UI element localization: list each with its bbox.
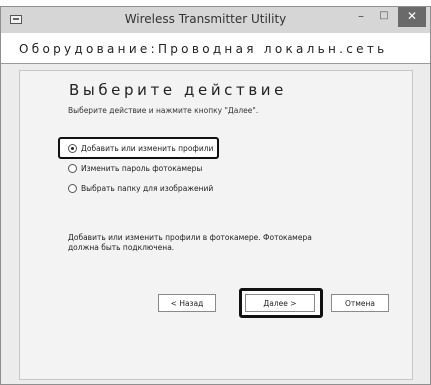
- maximize-button[interactable]: □: [374, 7, 394, 27]
- cancel-button[interactable]: Отмена: [331, 294, 389, 312]
- minimize-button[interactable]: –: [348, 7, 374, 27]
- window-title: Wireless Transmitter Utility: [124, 12, 287, 26]
- title-bar[interactable]: Wireless Transmitter Utility – □ ✕: [1, 7, 430, 33]
- wizard-panel: Выберите действие Выберите действие и на…: [19, 70, 413, 380]
- radio-selected-icon[interactable]: [68, 143, 77, 153]
- option-label: Изменить пароль фотокамеры: [81, 163, 203, 173]
- radio-icon[interactable]: [68, 163, 77, 173]
- option-choose-image-folder[interactable]: Выбрать папку для изображений: [68, 181, 213, 195]
- option-label: Добавить или изменить профили: [81, 143, 214, 153]
- page-title: Выберите действие: [69, 81, 287, 99]
- close-button[interactable]: ✕: [398, 7, 426, 27]
- page-subtitle: Выберите действие и нажмите кнопку "Дале…: [68, 106, 259, 115]
- app-window: Wireless Transmitter Utility – □ ✕ Обору…: [0, 6, 431, 385]
- hardware-header: Оборудование:Проводная локальн.сеть: [19, 42, 388, 56]
- radio-icon[interactable]: [68, 183, 77, 193]
- next-button[interactable]: Далее >: [245, 294, 315, 312]
- back-button[interactable]: < Назад: [158, 294, 216, 312]
- option-description: Добавить или изменить профили в фотокаме…: [68, 233, 312, 252]
- option-label: Выбрать папку для изображений: [81, 183, 214, 193]
- option-change-camera-password[interactable]: Изменить пароль фотокамеры: [68, 161, 202, 175]
- header-band: Оборудование:Проводная локальн.сеть: [1, 33, 430, 64]
- option-add-edit-profiles[interactable]: Добавить или изменить профили: [68, 141, 213, 155]
